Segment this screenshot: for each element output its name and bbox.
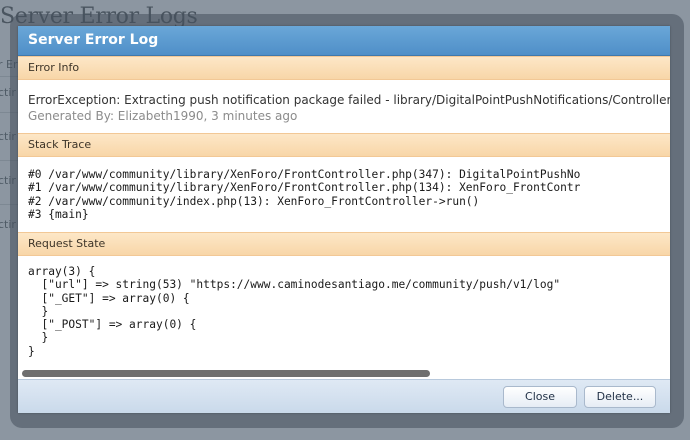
error-message: ErrorException: Extracting push notifica… xyxy=(28,93,670,107)
dialog-title: Server Error Log xyxy=(28,32,159,48)
stack-trace-header-label: Stack Trace xyxy=(28,138,92,151)
stack-trace-text: #0 /var/www/community/library/XenForo/Fr… xyxy=(28,168,581,221)
request-state-text: array(3) { ["url"] => string(53) "https:… xyxy=(28,265,561,358)
error-info-header-label: Error Info xyxy=(28,61,80,74)
request-state-header: Request State xyxy=(18,232,670,256)
error-log-dialog: Server Error Log Error Info ErrorExcepti… xyxy=(18,26,670,413)
error-info-header: Error Info xyxy=(18,56,670,80)
dialog-titlebar: Server Error Log xyxy=(18,26,670,56)
request-state-header-label: Request State xyxy=(28,237,106,250)
horizontal-scrollbar[interactable] xyxy=(18,369,670,378)
horizontal-scrollbar-thumb[interactable] xyxy=(22,370,430,377)
stack-trace-header: Stack Trace xyxy=(18,133,670,157)
delete-button[interactable]: Delete... xyxy=(584,386,656,408)
error-generated-by: Generated By: Elizabeth1990, 3 minutes a… xyxy=(28,109,298,123)
close-button[interactable]: Close xyxy=(503,386,577,408)
dialog-footer: Close Delete... xyxy=(18,379,670,413)
